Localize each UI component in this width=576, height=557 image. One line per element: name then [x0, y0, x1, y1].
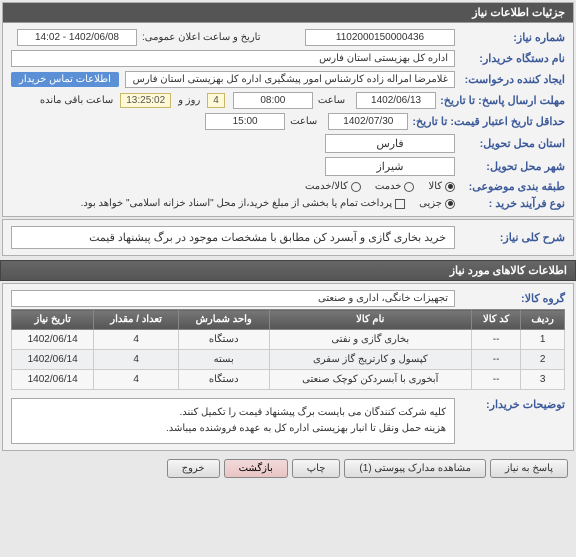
checkbox-icon — [395, 199, 405, 209]
buyer-name-label: نام دستگاه خریدار: — [455, 52, 565, 65]
remaining-days-label: روز و — [178, 95, 200, 106]
table-cell: 3 — [521, 370, 565, 390]
th-unit: واحد شمارش — [178, 310, 269, 330]
table-cell: 1402/06/14 — [12, 330, 94, 350]
radio-part-label: جزیی — [419, 198, 442, 209]
table-cell: کپسول و کارتریج گاز سفری — [269, 350, 472, 370]
table-cell: -- — [472, 370, 521, 390]
request-creator-value: غلامرضا امراله زاده کارشناس امور پیشگیری… — [125, 71, 455, 88]
radio-dot-icon — [404, 182, 414, 192]
th-date: تاریخ نیاز — [12, 310, 94, 330]
goods-group-label: گروه کالا: — [455, 292, 565, 305]
table-cell: 1 — [521, 330, 565, 350]
goods-group-value: تجهیزات خانگی، اداری و صنعتی — [11, 290, 455, 307]
panel-body: شماره نیاز: 1102000150000436 تاریخ و ساع… — [3, 23, 573, 216]
deadline-time-label: ساعت — [318, 95, 345, 106]
th-qty: تعداد / مقدار — [94, 310, 179, 330]
back-button[interactable]: بازگشت — [224, 459, 288, 478]
goods-panel: گروه کالا: تجهیزات خانگی، اداری و صنعتی … — [2, 283, 574, 451]
radio-goods-service[interactable]: کالا/خدمت — [305, 181, 361, 192]
table-cell: 4 — [94, 370, 179, 390]
print-button[interactable]: چاپ — [292, 459, 341, 478]
panel-title: جزئیات اطلاعات نیاز — [3, 3, 573, 23]
goods-table: ردیف کد کالا نام کالا واحد شمارش تعداد /… — [11, 309, 565, 390]
buyer-name-value: اداره کل بهزیستی استان فارس — [11, 50, 455, 67]
process-radio-group: جزیی پرداخت تمام یا بخشی از مبلغ خرید،از… — [81, 198, 455, 209]
buyer-notes-line2: هزینه حمل ونقل تا انبار بهزیستی اداره کل… — [20, 421, 446, 437]
table-cell: 1402/06/14 — [12, 350, 94, 370]
remaining-time-label: ساعت باقی مانده — [40, 95, 113, 106]
category-radio-group: کالا خدمت کالا/خدمت — [305, 181, 455, 192]
niaz-number-value: 1102000150000436 — [305, 29, 455, 46]
remaining-time: 13:25:02 — [120, 93, 171, 108]
contact-info-button[interactable]: اطلاعات تماس خریدار — [11, 72, 119, 87]
radio-dot-icon — [445, 199, 455, 209]
radio-goods-label: کالا — [428, 181, 442, 192]
delivery-state-label: استان محل تحویل: — [455, 137, 565, 150]
table-cell: 4 — [94, 330, 179, 350]
radio-goods-service-label: کالا/خدمت — [305, 181, 348, 192]
table-cell: دستگاه — [178, 370, 269, 390]
table-header-row: ردیف کد کالا نام کالا واحد شمارش تعداد /… — [12, 310, 565, 330]
footer-buttons: پاسخ به نیاز مشاهده مدارک پیوستی (1) چاپ… — [0, 453, 576, 484]
table-cell: -- — [472, 330, 521, 350]
th-index: ردیف — [521, 310, 565, 330]
checkbox-partial-pay[interactable]: پرداخت تمام یا بخشی از مبلغ خرید،از محل … — [81, 198, 406, 209]
buyer-notes-line1: کلیه شرکت کنندگان می بایست برگ پیشنهاد ق… — [20, 405, 446, 421]
radio-dot-icon — [445, 182, 455, 192]
table-cell: دستگاه — [178, 330, 269, 350]
radio-service-label: خدمت — [375, 181, 402, 192]
table-cell: آبخوری با آبسردکن کوچک صنعتی — [269, 370, 472, 390]
remaining-days: 4 — [207, 93, 225, 108]
respond-button[interactable]: پاسخ به نیاز — [490, 459, 568, 478]
table-cell: بسته — [178, 350, 269, 370]
desc-label: شرح کلی نیاز: — [455, 231, 565, 244]
buyer-notes-label: توضیحات خریدار: — [455, 398, 565, 411]
attachments-button[interactable]: مشاهده مدارک پیوستی (1) — [344, 459, 486, 478]
th-name: نام کالا — [269, 310, 472, 330]
table-cell: 4 — [94, 350, 179, 370]
th-code: کد کالا — [472, 310, 521, 330]
request-creator-label: ایجاد کننده درخواست: — [455, 73, 565, 86]
exit-button[interactable]: خروج — [167, 459, 220, 478]
partial-pay-label: پرداخت تمام یا بخشی از مبلغ خرید،از محل … — [81, 198, 393, 209]
table-cell: -- — [472, 350, 521, 370]
radio-service[interactable]: خدمت — [375, 181, 415, 192]
table-row: 3--آبخوری با آبسردکن کوچک صنعتیدستگاه414… — [12, 370, 565, 390]
process-type-label: نوع فرآیند خرید : — [455, 197, 565, 210]
deadline-time: 08:00 — [233, 92, 313, 109]
niaz-number-label: شماره نیاز: — [455, 31, 565, 44]
goods-section-header: اطلاعات کالاهای مورد نیاز — [0, 260, 576, 281]
deadline-label: مهلت ارسال پاسخ: تا تاریخ: — [436, 94, 565, 107]
desc-text: خرید بخاری گازی و آبسرد کن مطابق با مشخص… — [11, 226, 455, 249]
deadline-date: 1402/06/13 — [356, 92, 436, 109]
delivery-state-value: فارس — [325, 134, 455, 153]
buyer-notes-box: کلیه شرکت کنندگان می بایست برگ پیشنهاد ق… — [11, 398, 455, 444]
validity-time-label: ساعت — [290, 116, 317, 127]
radio-goods[interactable]: کالا — [428, 181, 455, 192]
validity-date: 1402/07/30 — [328, 113, 408, 130]
table-row: 1--بخاری گازی و نفتیدستگاه41402/06/14 — [12, 330, 565, 350]
table-cell: 1402/06/14 — [12, 370, 94, 390]
delivery-city-value: شیراز — [325, 157, 455, 176]
category-label: طبقه بندی موضوعی: — [455, 180, 565, 193]
delivery-city-label: شهر محل تحویل: — [455, 160, 565, 173]
validity-time: 15:00 — [205, 113, 285, 130]
description-panel: شرح کلی نیاز: خرید بخاری گازی و آبسرد کن… — [2, 219, 574, 256]
radio-dot-icon — [351, 182, 361, 192]
table-row: 2--کپسول و کارتریج گاز سفریبسته41402/06/… — [12, 350, 565, 370]
radio-part[interactable]: جزیی — [419, 198, 455, 209]
table-cell: 2 — [521, 350, 565, 370]
details-panel: جزئیات اطلاعات نیاز شماره نیاز: 11020001… — [2, 2, 574, 217]
announce-label: تاریخ و ساعت اعلان عمومی: — [142, 32, 261, 43]
validity-label: حداقل تاریخ اعتبار قیمت: تا تاریخ: — [408, 115, 565, 128]
announce-value: 1402/06/08 - 14:02 — [17, 29, 137, 46]
table-cell: بخاری گازی و نفتی — [269, 330, 472, 350]
